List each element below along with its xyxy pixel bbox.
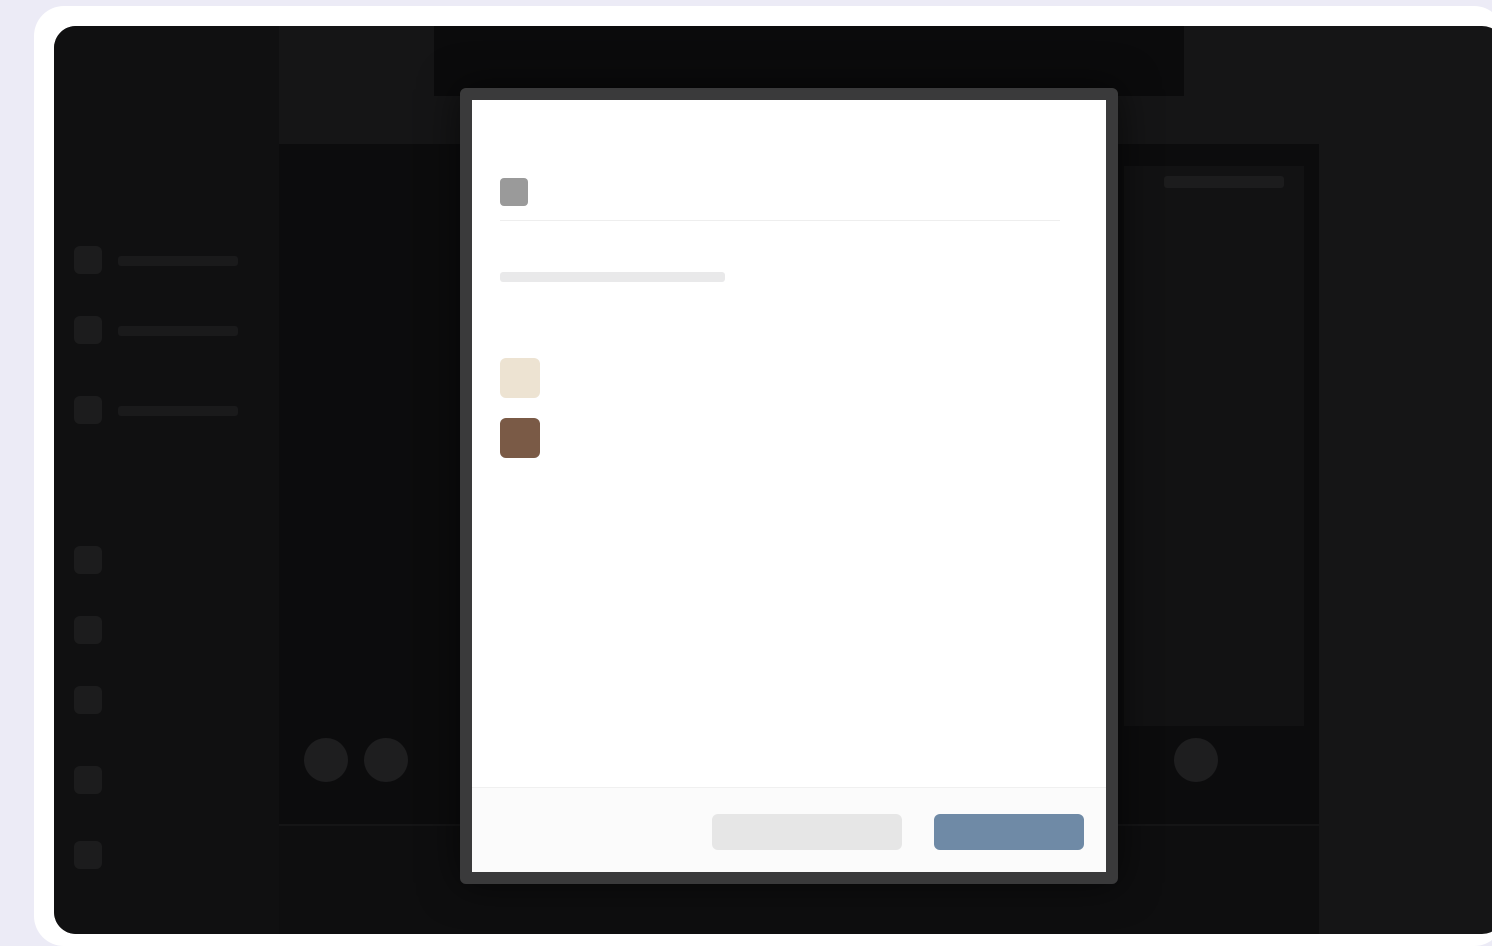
permission-row[interactable]: [500, 418, 1060, 458]
beige-app-icon: [500, 358, 540, 398]
section-divider: [500, 272, 725, 282]
cancel-button[interactable]: [712, 814, 902, 850]
permission-dialog: [460, 88, 1118, 884]
sidebar-icon: [74, 841, 102, 869]
background-top-bar: [434, 26, 1184, 96]
background-sidebar: [54, 26, 279, 934]
dialog-app-header: [500, 164, 1060, 221]
sidebar-label: [118, 256, 238, 266]
permission-row[interactable]: [500, 358, 1060, 398]
sidebar-icon: [74, 316, 102, 344]
background-right-label: [1164, 176, 1284, 188]
background-control-icon: [364, 738, 408, 782]
sidebar-icon: [74, 246, 102, 274]
sidebar-icon: [74, 396, 102, 424]
brown-app-icon: [500, 418, 540, 458]
sidebar-label: [118, 406, 238, 416]
app-icon: [500, 178, 528, 206]
sidebar-icon: [74, 686, 102, 714]
background-control-icon: [1174, 738, 1218, 782]
background-control-icon: [304, 738, 348, 782]
sidebar-icon: [74, 616, 102, 644]
confirm-button[interactable]: [934, 814, 1084, 850]
dialog-footer: [472, 787, 1106, 872]
background-right-panel: [1124, 166, 1304, 726]
sidebar-label: [118, 326, 238, 336]
sidebar-icon: [74, 546, 102, 574]
sidebar-icon: [74, 766, 102, 794]
